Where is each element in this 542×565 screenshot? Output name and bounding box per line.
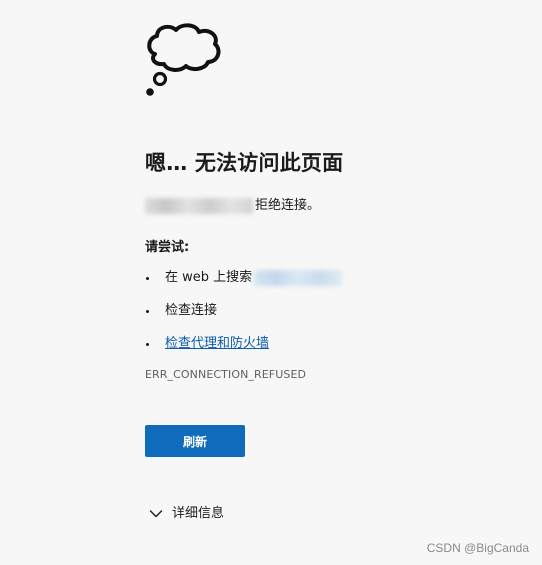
suggestion-item-search: 在 web 上搜索 (145, 268, 525, 288)
page-title: 嗯… 无法访问此页面 (145, 151, 344, 175)
try-label: 请尝试: (145, 240, 190, 255)
watermark: CSDN @BigCanda (426, 541, 529, 555)
refresh-button[interactable]: 刷新 (145, 425, 245, 457)
proxy-firewall-link[interactable]: 检查代理和防火墙 (165, 334, 269, 354)
redacted-search-link[interactable] (254, 270, 343, 286)
error-page-content: 嗯… 无法访问此页面 拒绝连接。 请尝试: 在 web 上搜索 检查连接 检查代… (145, 22, 525, 524)
suggestion-list: 在 web 上搜索 检查连接 检查代理和防火墙 (145, 268, 525, 354)
details-label: 详细信息 (172, 506, 225, 521)
details-toggle[interactable]: 详细信息 (145, 504, 525, 524)
chevron-down-icon (149, 510, 163, 518)
suggestion-item-check-connection: 检查连接 (145, 301, 525, 321)
suggestion-item-proxy-firewall: 检查代理和防火墙 (145, 334, 525, 354)
description-text: 拒绝连接。 (255, 198, 321, 213)
suggestion-search-text: 在 web 上搜索 (165, 270, 253, 285)
error-description: 拒绝连接。 (145, 196, 525, 216)
suggestion-check-connection-text: 检查连接 (165, 303, 218, 318)
thought-cloud-icon (146, 23, 221, 96)
error-code: ERR_CONNECTION_REFUSED (145, 368, 307, 381)
redacted-hostname (145, 198, 253, 214)
